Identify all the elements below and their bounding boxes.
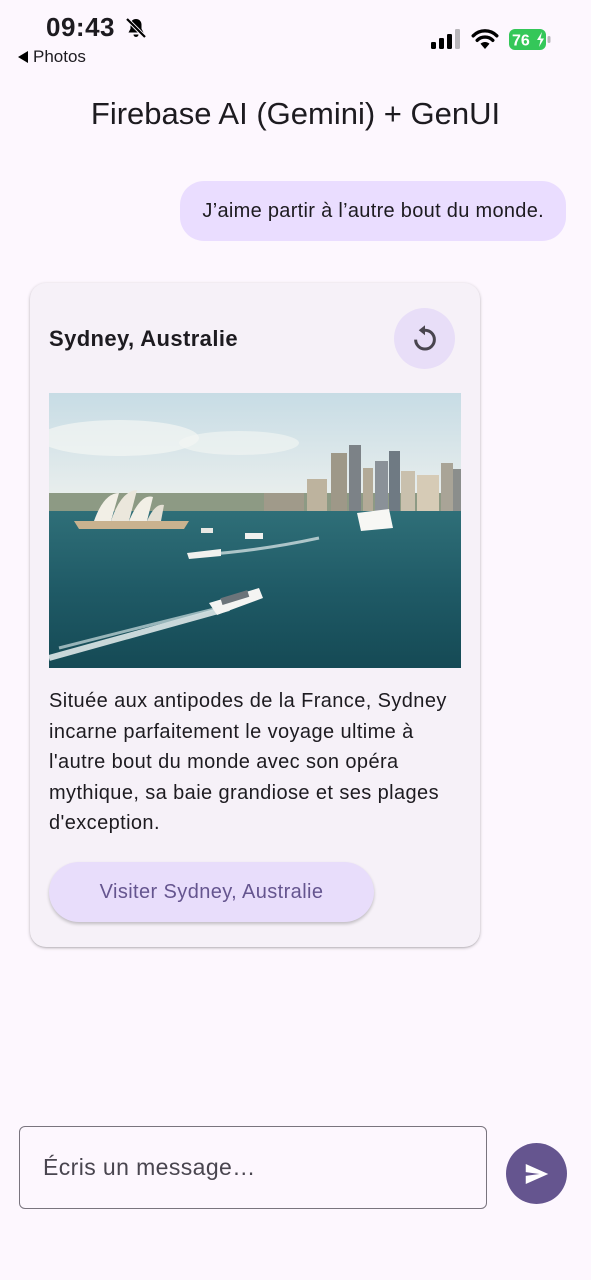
card-title: Sydney, Australie — [49, 326, 238, 351]
sydney-harbour-image — [49, 393, 461, 668]
refresh-icon — [413, 324, 436, 350]
back-to-photos-link[interactable]: Photos — [18, 47, 86, 67]
app-title: Firebase AI (Gemini) + GenUI — [90, 96, 501, 131]
battery-level: 76 — [512, 33, 530, 50]
back-label: Photos — [33, 47, 86, 66]
battery-charging-icon: 76 — [509, 29, 551, 50]
send-button[interactable] — [506, 1143, 567, 1204]
refresh-button[interactable] — [394, 308, 455, 369]
chat-screen: 09:43 Photos 76 Firebase AI (Gemini) + G… — [0, 0, 591, 1280]
status-time: 09:43 — [46, 12, 115, 42]
bell-slash-icon — [125, 17, 147, 39]
destination-card: Sydney, Australie Située aux antipodes d… — [30, 283, 480, 947]
card-description: Située aux antipodes de la France, Sydne… — [49, 690, 447, 834]
user-message-bubble: J’aime partir à l’autre bout du monde. — [180, 181, 566, 241]
visit-destination-button[interactable]: Visiter Sydney, Australie — [49, 862, 374, 922]
message-input[interactable] — [19, 1126, 487, 1209]
back-arrow-icon — [18, 51, 28, 63]
user-message-text: J’aime partir à l’autre bout du monde. — [202, 199, 544, 222]
cellular-signal-icon — [431, 29, 460, 49]
wifi-icon — [471, 29, 499, 49]
send-icon — [525, 1163, 548, 1184]
